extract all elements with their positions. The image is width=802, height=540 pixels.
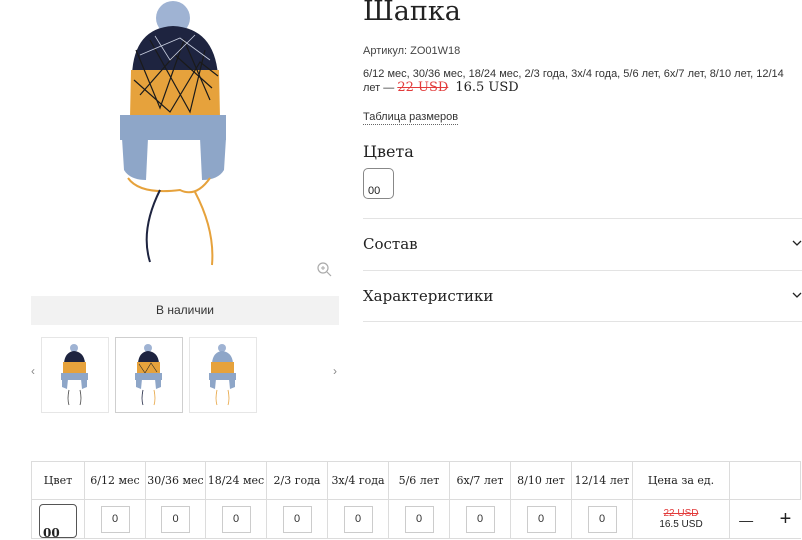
divider <box>363 321 802 322</box>
unit-price-cell: 22 USD 16.5 USD <box>632 499 730 539</box>
row-old-price: 22 USD <box>663 508 699 519</box>
column-header: 30/36 мес <box>145 461 206 500</box>
chevron-down-icon <box>792 292 802 298</box>
column-header: 12/14 лет <box>571 461 633 500</box>
thumbnail-1[interactable] <box>41 337 109 413</box>
qty-input-2-3[interactable] <box>282 505 312 533</box>
column-header: Цена за ед. <box>632 461 730 500</box>
sizes-and-price: 6/12 мес, 30/36 мес, 18/24 мес, 2/3 года… <box>363 67 793 95</box>
chevron-down-icon <box>792 240 802 246</box>
qty-input-5-6[interactable] <box>404 505 434 533</box>
increment-button[interactable]: + <box>780 508 792 530</box>
stepper-cell: — + <box>729 499 801 539</box>
accordion-label: Состав <box>363 235 418 253</box>
qty-input-12-14[interactable] <box>587 505 617 533</box>
article-number: Артикул: ZO01W18 <box>363 45 461 57</box>
accordion-label: Характеристики <box>363 287 494 305</box>
qty-input-6-12[interactable] <box>100 505 130 533</box>
colors-heading: Цвета <box>363 142 414 161</box>
thumbnail-3[interactable] <box>189 337 257 413</box>
column-header: 6/12 мес <box>84 461 146 500</box>
column-header-empty <box>729 461 801 500</box>
column-header: 8/10 лет <box>510 461 572 500</box>
column-header: 3х/4 года <box>327 461 389 500</box>
row-color-cell: 00 <box>31 499 85 540</box>
column-header: Цвет <box>31 461 85 500</box>
decrement-button[interactable]: — <box>739 512 753 528</box>
zoom-in-icon[interactable] <box>316 261 332 277</box>
column-header: 6х/7 лет <box>449 461 511 500</box>
old-price: 22 USD <box>397 80 449 95</box>
table-row: 00 22 USD 16.5 USD — + <box>31 499 801 540</box>
table-header-row: Цвет 6/12 мес 30/36 мес 18/24 мес 2/3 го… <box>31 461 801 500</box>
qty-input-18-24[interactable] <box>221 505 251 533</box>
row-color-swatch[interactable]: 00 <box>39 504 77 540</box>
accordion-composition[interactable]: Состав <box>363 218 802 271</box>
hat-thumbnail-image <box>209 344 236 406</box>
accordion-characteristics[interactable]: Характеристики <box>363 270 802 323</box>
qty-input-8-10[interactable] <box>526 505 556 533</box>
thumb-prev-arrow[interactable]: ‹ <box>31 364 35 378</box>
column-header: 5/6 лет <box>388 461 450 500</box>
product-title: Шапка <box>363 0 461 27</box>
thumbnail-2[interactable] <box>115 337 183 413</box>
size-table-link[interactable]: Таблица размеров <box>363 111 459 125</box>
qty-input-3-4[interactable] <box>343 505 373 533</box>
product-main-image[interactable] <box>100 0 280 270</box>
thumb-next-arrow[interactable]: › <box>333 364 337 378</box>
qty-input-30-36[interactable] <box>161 505 190 533</box>
availability-badge: В наличии <box>31 296 339 325</box>
row-color-label: 00 <box>43 526 60 540</box>
order-table: Цвет 6/12 мес 30/36 мес 18/24 мес 2/3 го… <box>31 461 801 540</box>
column-header: 18/24 мес <box>205 461 267 500</box>
hat-thumbnail-image <box>135 344 162 406</box>
column-header: 2/3 года <box>266 461 328 500</box>
color-swatch-label: 00 <box>368 185 381 197</box>
current-price: 16.5 USD <box>455 80 519 95</box>
color-swatch[interactable]: 00 <box>363 168 394 199</box>
qty-input-6-7[interactable] <box>465 505 495 533</box>
hat-thumbnail-image <box>61 344 88 406</box>
row-current-price: 16.5 USD <box>659 519 703 530</box>
